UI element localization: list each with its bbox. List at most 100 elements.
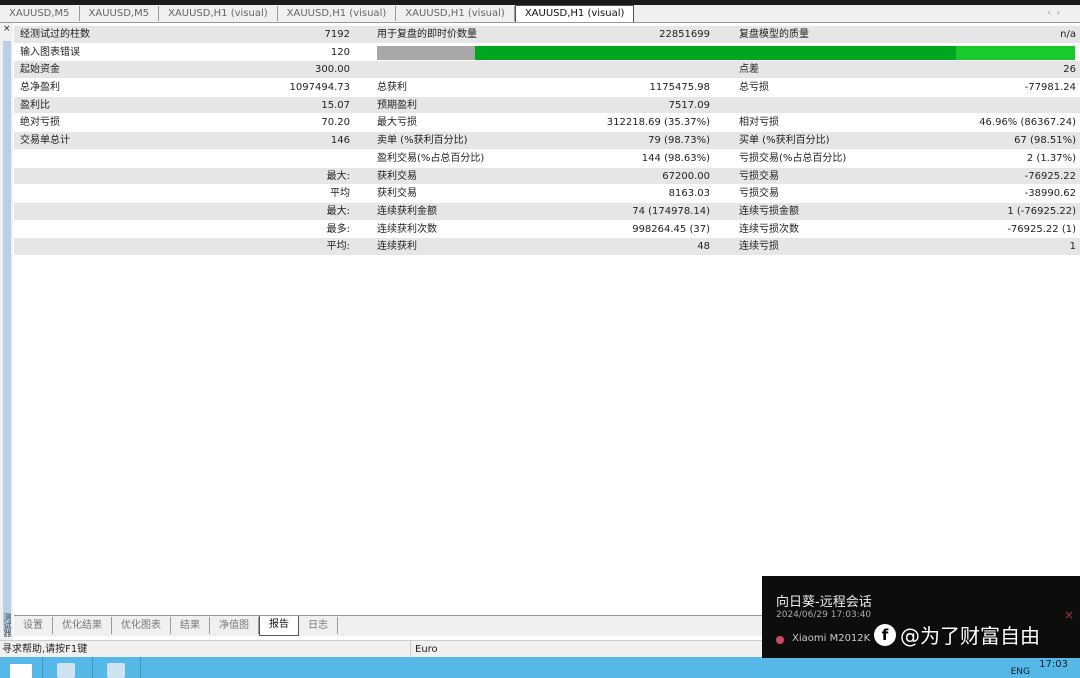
profile-name: Euro — [410, 641, 510, 658]
cell-value: 22851699 — [659, 29, 710, 40]
table-row: 交易单总计 146 卖单 (%获利百分比) 79 (98.73%) 买单 (%获利百分比… — [14, 132, 1080, 150]
tester-side-panel: × 测试器 — [0, 23, 13, 640]
table-row: 起始资金 300.00 点差 26 — [14, 61, 1080, 80]
table-row: 盈利比 15.07 预期盈利 7517.09 — [14, 96, 1080, 115]
table-row: 输入图表错误 120 — [14, 44, 1080, 62]
close-icon[interactable]: × — [1064, 608, 1074, 622]
cell-value: 最多: — [326, 223, 350, 235]
cell-label — [14, 150, 214, 167]
cell-label: 点差 — [739, 64, 759, 76]
tester-tab[interactable]: 设置 — [14, 617, 53, 634]
model-quality-bar — [377, 45, 1075, 60]
cell-label — [14, 221, 214, 238]
chart-tab[interactable]: XAUUSD,H1 (visual) — [396, 6, 515, 21]
start-button[interactable] — [0, 657, 43, 678]
tester-label: 测试器 — [3, 613, 12, 637]
language-indicator[interactable]: ENG — [1011, 667, 1030, 677]
cell-label: 卖单 (%获利百分比) — [377, 135, 468, 147]
cell-value: 1 (-76925.22) — [1007, 205, 1076, 217]
cell-value: -76925.22 (1) — [1007, 223, 1076, 235]
notification-title: 向日葵-远程会话 — [776, 595, 872, 610]
cell-value: 79 (98.73%) — [648, 135, 710, 147]
cell-value: 15.07 — [321, 99, 350, 111]
cell-value: 67 (98.51%) — [1014, 135, 1076, 147]
tester-tab[interactable]: 报告 — [259, 616, 299, 636]
cell-label: 盈利比 — [20, 99, 50, 111]
cell-value: 74 (174978.14) — [632, 205, 710, 217]
cell-value — [950, 97, 1076, 114]
table-row: 经测试过的柱数 7192 用于复盘的即时价数量 22851699 复盘模型的质量 n/a — [14, 26, 1080, 44]
cell-label: 起始资金 — [20, 64, 60, 76]
cell-label — [14, 185, 214, 202]
tester-tab[interactable]: 日志 — [299, 617, 338, 634]
cell-value: -76925.22 — [1024, 170, 1076, 182]
cell-value — [214, 150, 350, 167]
watermark-text: @为了财富自由 — [900, 624, 1040, 648]
cell-label: 获利交易 — [377, 188, 417, 200]
chart-tab[interactable]: XAUUSD,M5 — [0, 6, 80, 21]
cell-label: 交易单总计 — [20, 135, 70, 147]
cell-value: 144 (98.63%) — [641, 152, 710, 164]
tester-tab[interactable]: 优化结果 — [53, 617, 112, 634]
cell-value: 平均 — [330, 188, 350, 200]
cell-label: 总净盈利 — [20, 82, 60, 94]
cell-value: 平均: — [326, 241, 350, 253]
tab-scroll-arrows-icon[interactable]: ‹› — [1048, 8, 1066, 17]
cell-label — [14, 238, 214, 255]
cell-label: 亏损交易 — [739, 170, 779, 182]
table-row: 平均: 连续获利 48 连续亏损 1 — [14, 238, 1080, 256]
cell-value: 1097494.73 — [289, 82, 350, 94]
help-text: 寻求帮助,请按F1键 — [2, 644, 88, 655]
cell-label: 盈利交易(%占总百分比) — [377, 152, 485, 164]
report-table: 经测试过的柱数 7192 用于复盘的即时价数量 22851699 复盘模型的质量 n/a 输… — [14, 26, 1080, 256]
cell-label — [14, 203, 214, 220]
cell-label: 总获利 — [377, 82, 407, 94]
cell-value: 300.00 — [315, 64, 350, 76]
cell-value: n/a — [1060, 29, 1076, 40]
cell-value: 67200.00 — [662, 170, 710, 182]
cell-label: 经测试过的柱数 — [20, 29, 90, 40]
table-row: 平均 获利交易 8163.03 亏损交易 -38990.62 — [14, 185, 1080, 203]
tester-tab[interactable]: 净值图 — [210, 617, 259, 634]
cell-label — [14, 168, 214, 185]
panel-grip[interactable] — [3, 41, 11, 631]
taskbar-app-1[interactable] — [43, 657, 93, 678]
table-row: 总净盈利 1097494.73 总获利 1175475.98 总亏损 -77981.24 — [14, 79, 1080, 97]
cell-value: 最大: — [326, 170, 350, 182]
cell-label: 预期盈利 — [377, 99, 417, 111]
chart-tab[interactable]: XAUUSD,H1 (visual) — [514, 5, 635, 22]
cell-value: 2 (1.37%) — [1026, 152, 1076, 164]
close-icon[interactable]: × — [3, 24, 11, 34]
cell-label: 连续亏损次数 — [739, 223, 799, 235]
cell-label: 连续获利次数 — [377, 223, 437, 235]
table-row: 最大: 获利交易 67200.00 亏损交易 -76925.22 — [14, 167, 1080, 186]
cell-value: 最大: — [326, 205, 350, 217]
tester-tab[interactable]: 结果 — [171, 617, 210, 634]
cell-value: 46.96% (86367.24) — [979, 117, 1076, 129]
cell-label: 买单 (%获利百分比) — [739, 135, 830, 147]
cell-label: 最大亏损 — [377, 117, 417, 129]
chart-tab[interactable]: XAUUSD,M5 — [80, 6, 160, 21]
cell-label: 连续获利金额 — [377, 205, 437, 217]
taskbar-app-2[interactable] — [93, 657, 141, 678]
cell-label: 总亏损 — [739, 82, 769, 94]
chart-tab[interactable]: XAUUSD,H1 (visual) — [159, 6, 278, 21]
clock[interactable]: 17:03 — [1039, 659, 1068, 670]
chart-tab[interactable]: XAUUSD,H1 (visual) — [278, 6, 397, 21]
cell-value: -38990.62 — [1024, 188, 1076, 200]
quality-bar-segment — [474, 45, 957, 60]
cell-value: 146 — [330, 135, 350, 147]
cell-label: 亏损交易(%占总百分比) — [739, 152, 847, 164]
logo-icon: f — [874, 623, 896, 646]
tester-tab[interactable]: 优化图表 — [112, 617, 171, 634]
cell-value — [577, 61, 710, 78]
cell-value: 48 — [697, 241, 710, 253]
cell-label — [350, 61, 577, 78]
app-icon — [107, 663, 125, 678]
cell-label — [710, 97, 950, 114]
cell-label: 绝对亏损 — [20, 117, 60, 129]
cell-label: 连续获利 — [377, 241, 417, 253]
cell-value: 312218.69 (35.37%) — [606, 117, 710, 129]
cell-label: 连续亏损金额 — [739, 205, 799, 217]
cell-value: 998264.45 (37) — [632, 223, 710, 235]
